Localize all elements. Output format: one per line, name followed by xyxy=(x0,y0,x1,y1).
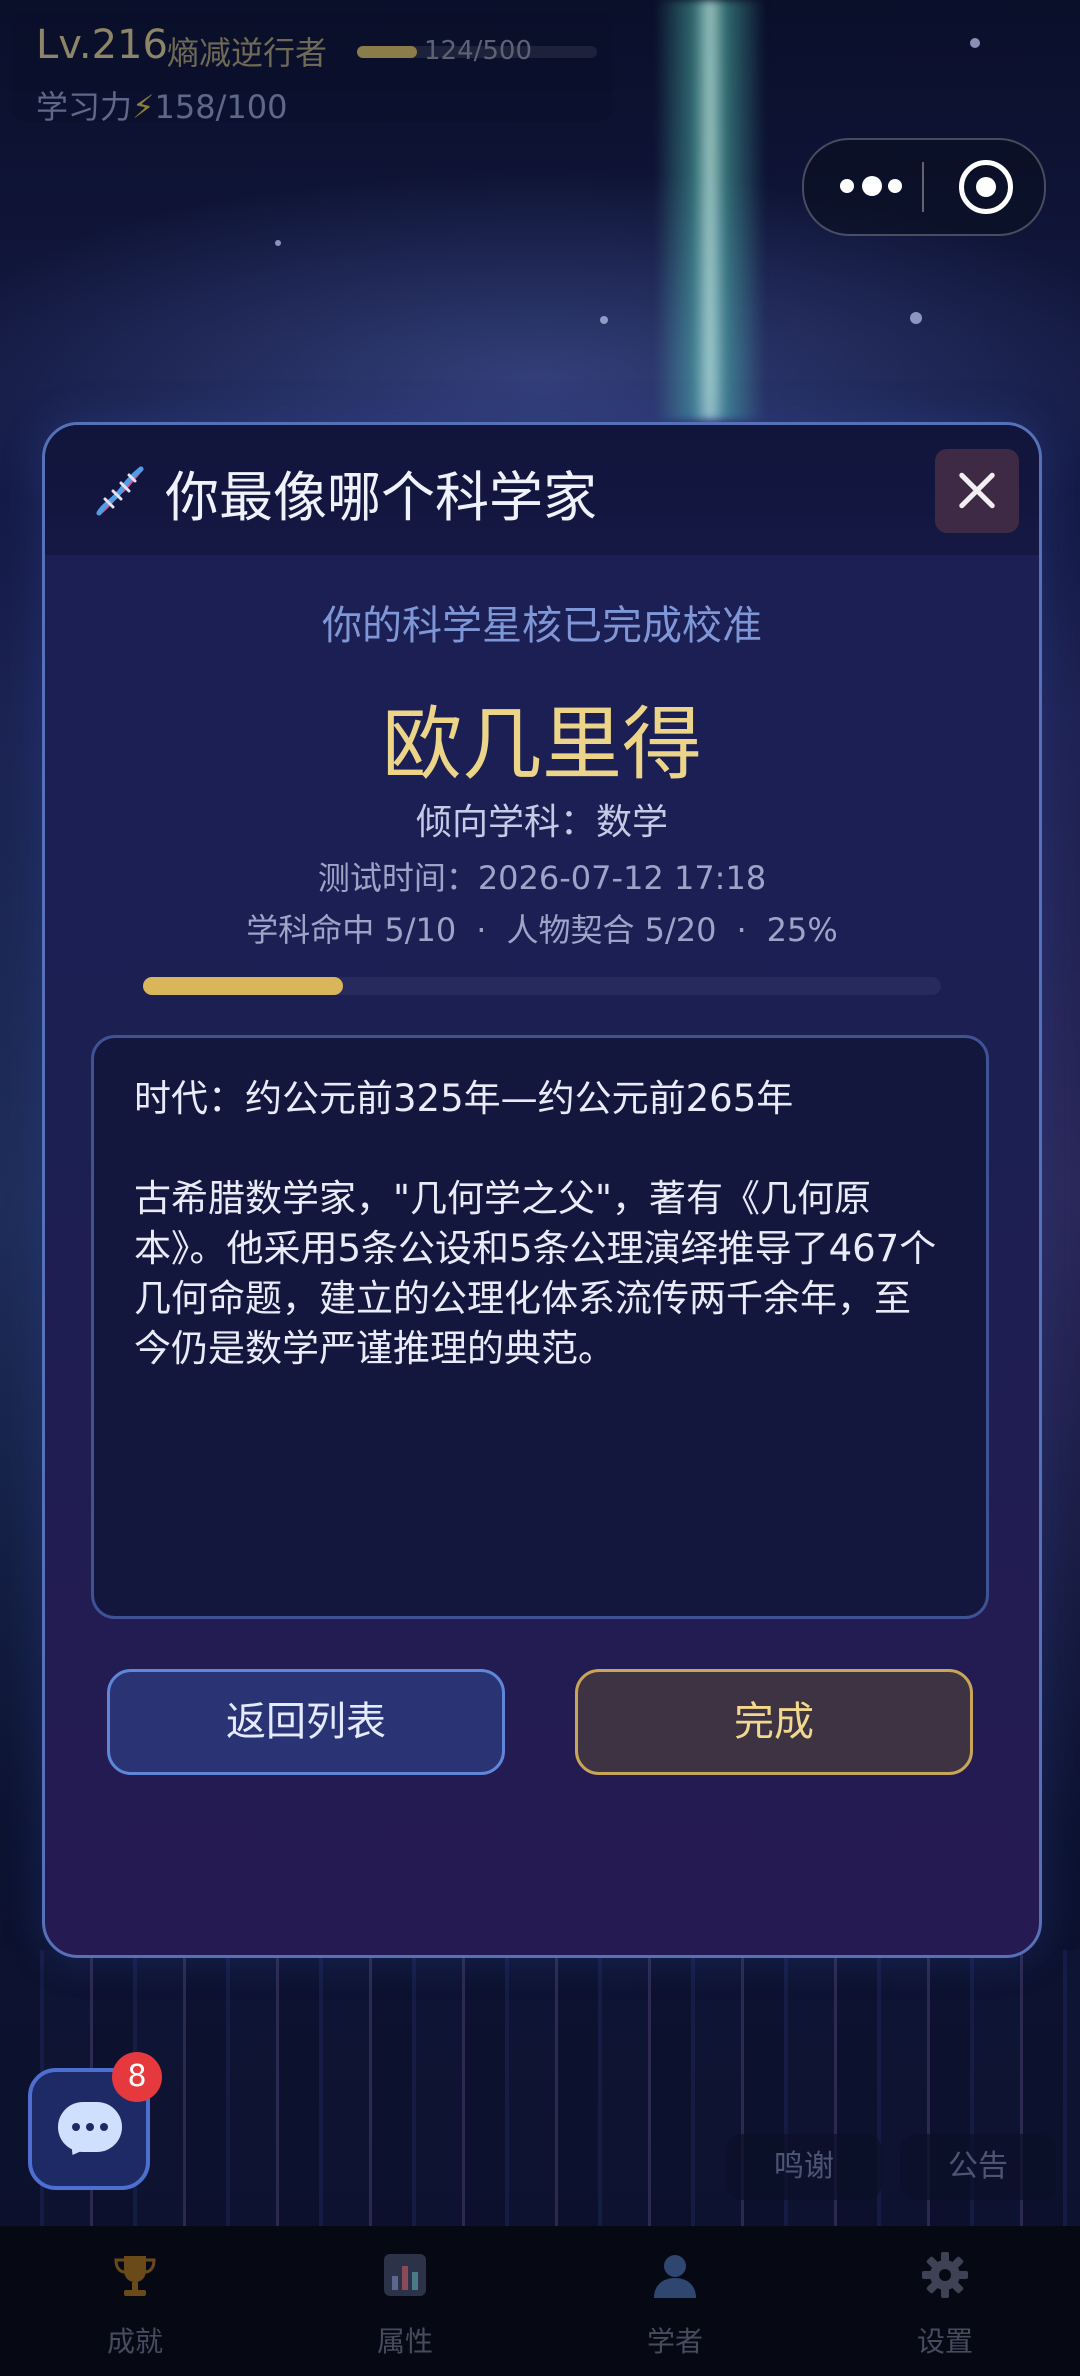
person-icon xyxy=(654,2255,696,2298)
player-level: Lv.216 xyxy=(36,22,168,68)
light-beam xyxy=(655,0,765,420)
bio-text: 古希腊数学家，"几何学之父"，著有《几何原本》。他采用5条公设和5条公理演绎推导… xyxy=(134,1177,937,1370)
miniprogram-capsule xyxy=(802,138,1046,236)
tab-achievements[interactable]: 成就 xyxy=(0,2226,270,2376)
tab-label: 学者 xyxy=(646,2325,703,2358)
match-progress-fill xyxy=(143,977,343,995)
result-scientist-name: 欧几里得 xyxy=(382,698,702,791)
subject-hit: 学科命中 5/10 xyxy=(246,911,457,949)
scientist-description: 时代：约公元前325年—约公元前265年 古希腊数学家，"几何学之父"，著有《几… xyxy=(91,1035,989,1619)
chat-unread-badge: 8 xyxy=(112,2052,162,2102)
xp-text: 124/500 xyxy=(424,36,533,66)
study-power-label: 学习力 xyxy=(36,88,133,126)
tab-label: 属性 xyxy=(376,2325,433,2358)
more-options-icon[interactable] xyxy=(840,170,920,204)
match-percent: 25% xyxy=(766,911,838,949)
player-title: 熵减逆行者 xyxy=(167,34,328,72)
persona-match: 人物契合 5/20 xyxy=(506,911,717,949)
back-to-list-button[interactable]: 返回列表 xyxy=(107,1669,505,1775)
study-power-value: 158/100 xyxy=(154,88,288,126)
chart-icon xyxy=(384,2254,426,2296)
capsule-divider xyxy=(922,162,924,212)
close-button[interactable] xyxy=(935,449,1019,533)
stats-separator: · xyxy=(736,911,747,949)
star xyxy=(600,316,608,324)
match-stats: 学科命中 5/10 · 人物契合 5/20 · 25% xyxy=(45,905,1039,951)
tab-label: 设置 xyxy=(916,2325,973,2358)
match-progress-bar xyxy=(143,977,941,995)
chat-bubble-icon xyxy=(58,2102,122,2152)
modal-title: 你最像哪个科学家 xyxy=(165,466,597,529)
thanks-button[interactable]: 鸣谢 xyxy=(726,2134,882,2200)
stats-separator: · xyxy=(476,911,487,949)
star xyxy=(275,240,281,246)
lightning-icon: ⚡ xyxy=(132,88,155,126)
star xyxy=(970,38,980,48)
gear-icon xyxy=(922,2252,968,2298)
notice-button[interactable]: 公告 xyxy=(900,2134,1056,2200)
close-miniprogram-icon[interactable] xyxy=(959,160,1013,214)
bottom-tab-bar: 成就 属性 学者 设置 xyxy=(0,2226,1080,2376)
era-text: 时代：约公元前325年—约公元前265年 xyxy=(134,1077,794,1120)
tab-label: 成就 xyxy=(106,2325,163,2358)
tab-scholars[interactable]: 学者 xyxy=(540,2226,810,2376)
tab-settings[interactable]: 设置 xyxy=(810,2226,1080,2376)
trophy-icon xyxy=(114,2256,156,2296)
test-time: 测试时间：2026-07-12 17:18 xyxy=(317,859,767,897)
player-status-hud: Lv.216 熵减逆行者 124/500 学习力⚡158/100 xyxy=(12,12,612,126)
calibration-subtitle: 你的科学星核已完成校准 xyxy=(322,603,762,649)
star xyxy=(910,312,922,324)
tab-attributes[interactable]: 属性 xyxy=(270,2226,540,2376)
study-power: 学习力⚡158/100 xyxy=(36,82,287,128)
dna-icon xyxy=(96,466,144,516)
preferred-subject: 倾向学科：数学 xyxy=(415,802,668,843)
done-button[interactable]: 完成 xyxy=(575,1669,973,1775)
xp-progress-fill xyxy=(357,46,417,58)
modal-header: 你最像哪个科学家 xyxy=(45,425,1039,555)
result-modal: 你最像哪个科学家 你的科学星核已完成校准 欧几里得 倾向学科：数学 测试时间：2… xyxy=(42,422,1042,1958)
